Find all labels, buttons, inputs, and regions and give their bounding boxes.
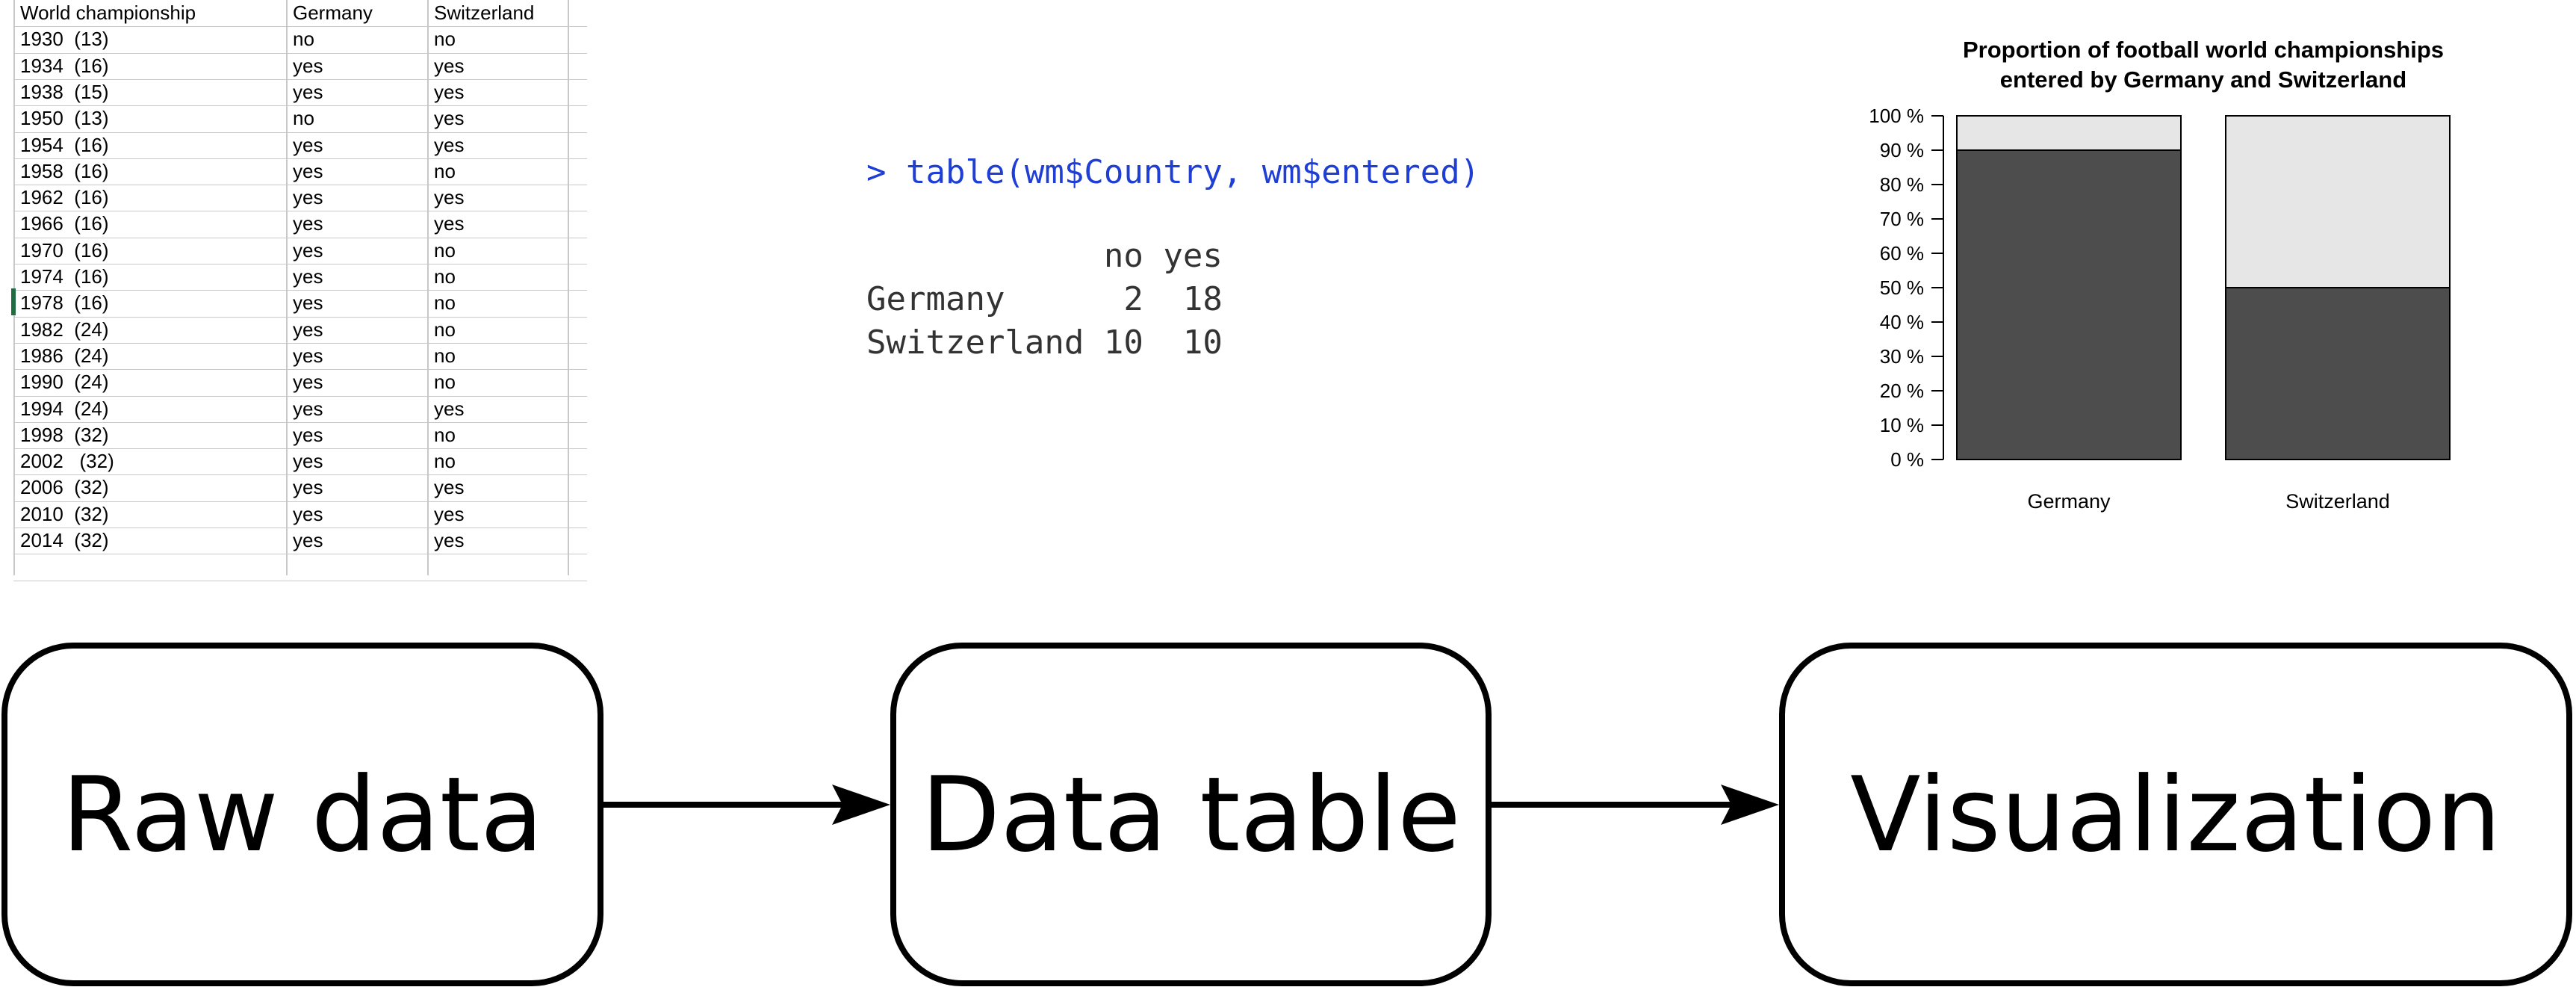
raw-data-box: Raw data <box>1 643 603 986</box>
visualization-label: Visualization <box>1850 754 2501 875</box>
raw-data-label: Raw data <box>61 754 544 875</box>
visualization-box: Visualization <box>1779 643 2572 986</box>
data-table-box: Data table <box>890 643 1492 986</box>
data-table-label: Data table <box>921 754 1461 875</box>
